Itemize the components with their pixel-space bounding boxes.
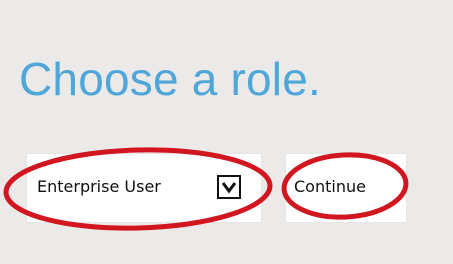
page-title: Choose a role.	[19, 53, 321, 105]
chevron-down-icon	[221, 182, 237, 194]
annotation-overlay	[3, 147, 409, 231]
role-select[interactable]: Enterprise User	[26, 153, 262, 223]
continue-button[interactable]: Continue	[285, 153, 407, 223]
role-select-value: Enterprise User	[37, 177, 161, 196]
continue-button-label: Continue	[294, 177, 366, 196]
role-dropdown-button[interactable]	[217, 175, 241, 199]
